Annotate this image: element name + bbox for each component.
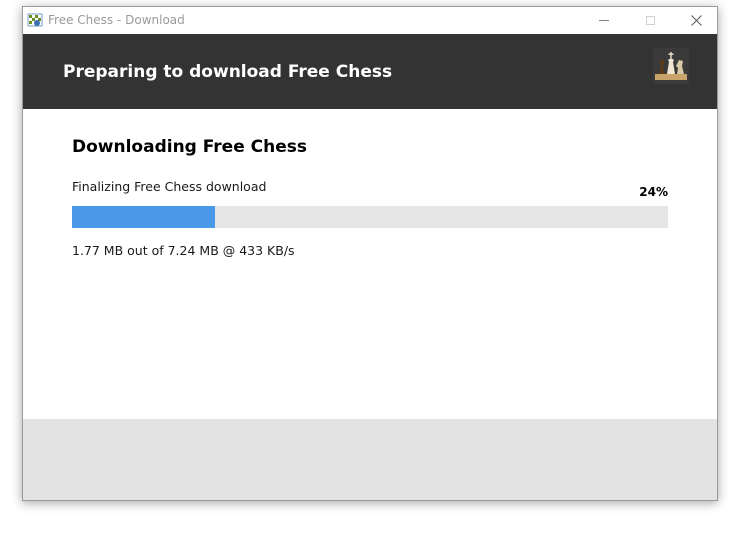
- progress-bar-fill: [72, 206, 216, 228]
- maximize-button[interactable]: [627, 7, 673, 34]
- chess-pieces-logo: [653, 48, 689, 84]
- download-window: Free Chess - Download Preparing to downl…: [22, 6, 718, 501]
- header-title: Preparing to download Free Chess: [63, 62, 393, 82]
- maximize-icon: [645, 16, 655, 25]
- close-button[interactable]: [673, 7, 717, 34]
- close-icon: [690, 11, 702, 30]
- download-size-speed: 1.77 MB out of 7.24 MB @ 433 KB/s: [72, 243, 295, 258]
- main-content: Downloading Free Chess Finalizing Free C…: [23, 109, 717, 419]
- download-status: Finalizing Free Chess download: [72, 179, 267, 194]
- window-title: Free Chess - Download: [48, 13, 185, 27]
- header-banner: Preparing to download Free Chess: [23, 34, 717, 109]
- chess-app-icon: [27, 12, 43, 28]
- minimize-button[interactable]: [581, 7, 627, 34]
- title-bar[interactable]: Free Chess - Download: [23, 7, 717, 34]
- section-title: Downloading Free Chess: [72, 137, 307, 157]
- progress-bar: [72, 206, 668, 228]
- progress-percent: 24%: [639, 185, 668, 199]
- footer-panel: [23, 419, 717, 500]
- minimize-icon: [599, 20, 609, 21]
